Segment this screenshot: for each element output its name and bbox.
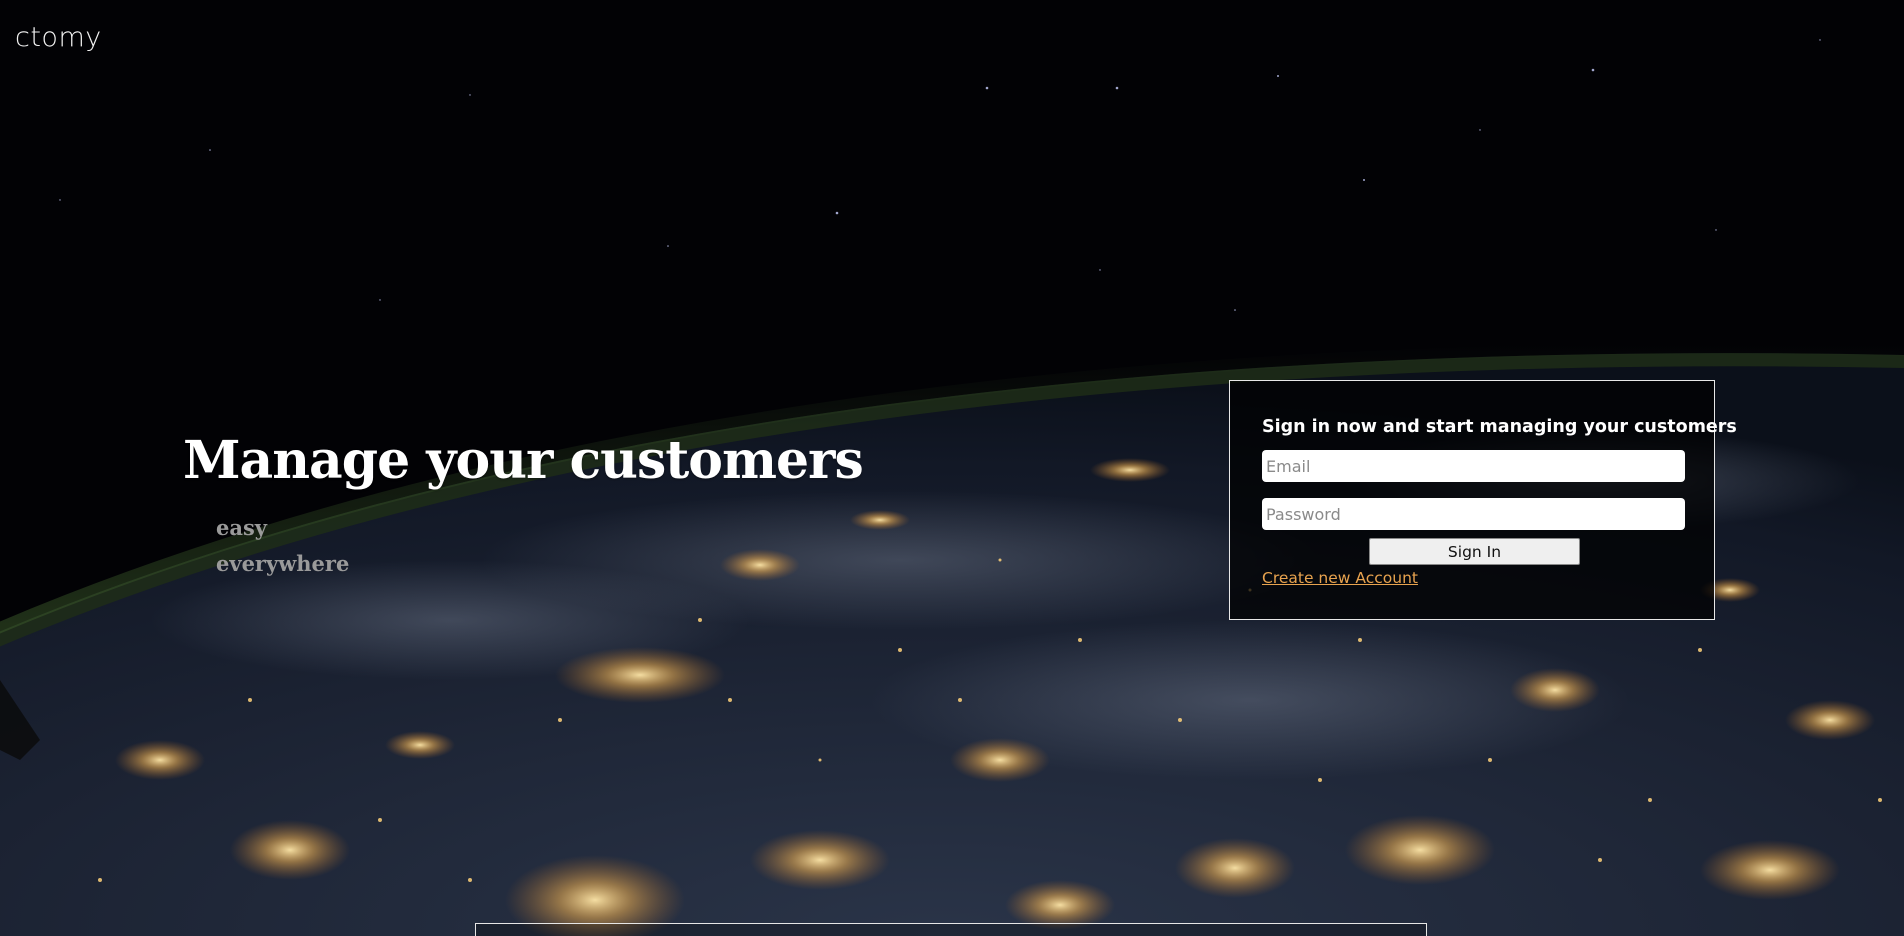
hero-subtitle-everywhere: everywhere: [216, 551, 350, 576]
landing-page: ctomy Manage your customers easy everywh…: [0, 0, 1904, 936]
create-account-link[interactable]: Create new Account: [1262, 569, 1418, 587]
bottom-panel: [475, 923, 1427, 936]
signin-heading: Sign in now and start managing your cust…: [1262, 417, 1737, 437]
password-field[interactable]: [1262, 498, 1685, 530]
email-field[interactable]: [1262, 450, 1685, 482]
sign-in-button[interactable]: Sign In: [1369, 538, 1580, 565]
hero-subtitle-easy: easy: [216, 515, 267, 540]
hero-title: Manage your customers: [183, 430, 864, 491]
signin-form: Sign in now and start managing your cust…: [1229, 380, 1737, 620]
logo[interactable]: ctomy: [15, 22, 102, 53]
